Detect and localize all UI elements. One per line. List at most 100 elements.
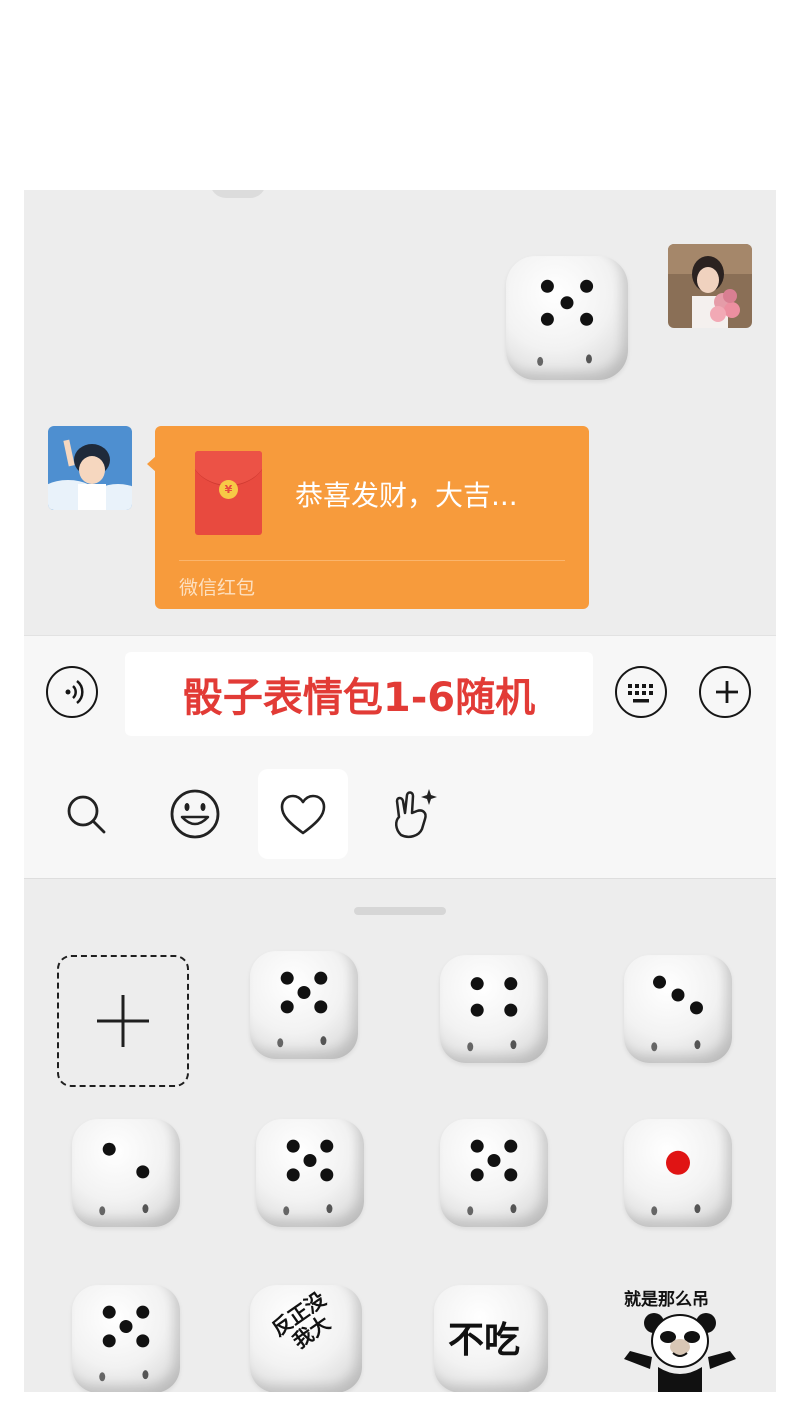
add-sticker-button[interactable] bbox=[57, 955, 189, 1087]
dice-face-pips bbox=[651, 975, 703, 1052]
dice-pip bbox=[102, 1334, 116, 1348]
dice-pip bbox=[504, 977, 518, 991]
panda-face-icon bbox=[624, 1313, 736, 1392]
chat-area: ¥ 恭喜发财，大吉... 微信红包 bbox=[24, 190, 776, 635]
dice-pip bbox=[470, 1003, 484, 1017]
sticker-dice-fanzheng[interactable]: 反正没我大 bbox=[250, 1285, 362, 1392]
dice-pip bbox=[119, 1320, 133, 1334]
sticker-text-fanzheng: 反正没我大 bbox=[267, 1286, 335, 1354]
red-packet-footer: 微信红包 bbox=[179, 577, 256, 599]
self-avatar[interactable] bbox=[668, 244, 752, 328]
dice-sticker[interactable] bbox=[440, 1119, 548, 1227]
dice-side-pip bbox=[142, 1370, 149, 1380]
plus-icon[interactable] bbox=[699, 666, 751, 718]
keyboard-icon[interactable] bbox=[615, 666, 667, 718]
dice-side-pip bbox=[99, 1372, 106, 1382]
partial-dice-sticker[interactable] bbox=[210, 190, 266, 198]
dice-face-pips bbox=[99, 1305, 150, 1382]
red-envelope-icon: ¥ bbox=[195, 451, 262, 535]
bottom-safe-area bbox=[0, 1392, 800, 1422]
tab-emoji[interactable] bbox=[150, 769, 240, 859]
dice-pip bbox=[671, 988, 685, 1002]
tab-favorites[interactable] bbox=[258, 769, 348, 859]
bubble-tail bbox=[147, 456, 156, 472]
phone-screen: ¥ 恭喜发财，大吉... 微信红包 骰子表情包1-6随机 反正没我大 不吃 就是… bbox=[24, 190, 776, 1392]
emoji-icon bbox=[170, 789, 220, 839]
dice-pip bbox=[666, 1150, 690, 1175]
dice-pip bbox=[102, 1142, 116, 1156]
dice-face-pips bbox=[99, 1142, 150, 1216]
dice-side-pip bbox=[277, 1038, 284, 1048]
dice-sticker[interactable] bbox=[624, 955, 732, 1063]
dice-sticker[interactable] bbox=[72, 1119, 180, 1227]
dice-pip bbox=[487, 1154, 501, 1168]
dice-side-pip bbox=[694, 1204, 701, 1214]
dice-face-pips bbox=[467, 1139, 518, 1216]
dice-side-pip bbox=[467, 1042, 474, 1052]
dice-pip bbox=[320, 1168, 334, 1182]
hand-gesture-icon bbox=[395, 789, 437, 838]
dice-side-pip bbox=[585, 354, 592, 364]
dice-sticker[interactable] bbox=[624, 1119, 732, 1227]
message-input[interactable]: 骰子表情包1-6随机 bbox=[125, 652, 593, 736]
dice-side-pip bbox=[467, 1206, 474, 1216]
dice-pip bbox=[286, 1139, 300, 1153]
sticker-panel: 反正没我大 不吃 就是那么吊 bbox=[24, 878, 776, 1392]
dice-sticker[interactable] bbox=[250, 951, 358, 1059]
dice-pip bbox=[297, 986, 311, 1000]
dice-pip bbox=[470, 977, 484, 991]
coin-icon: ¥ bbox=[219, 480, 238, 499]
dice-pip bbox=[540, 279, 554, 293]
dice-pip bbox=[286, 1168, 300, 1182]
dice-pip bbox=[280, 971, 294, 985]
dice-side-pip bbox=[320, 1036, 327, 1046]
dice-pip bbox=[689, 1001, 703, 1015]
red-packet-message[interactable]: ¥ 恭喜发财，大吉... 微信红包 bbox=[147, 426, 589, 609]
plus-icon bbox=[97, 995, 149, 1047]
dice-pip bbox=[504, 1003, 518, 1017]
message-input-text: 骰子表情包1-6随机 bbox=[182, 675, 536, 721]
dice-pip bbox=[504, 1168, 518, 1182]
dice-face-pips bbox=[651, 1150, 701, 1216]
dice-side-pip bbox=[510, 1204, 517, 1214]
panel-drag-handle[interactable] bbox=[354, 907, 446, 915]
dice-pip bbox=[303, 1154, 317, 1168]
dice-pip bbox=[102, 1305, 116, 1319]
sent-dice-sticker[interactable] bbox=[506, 256, 628, 380]
dice-side-pip bbox=[537, 356, 544, 366]
dice-side-pip bbox=[510, 1040, 517, 1050]
heart-icon bbox=[280, 794, 326, 835]
dice-pip bbox=[136, 1165, 150, 1179]
sticker-dice-buchi[interactable]: 不吃 bbox=[434, 1285, 548, 1392]
dice-sticker[interactable] bbox=[256, 1119, 364, 1227]
dice-pip bbox=[470, 1168, 484, 1182]
dice-side-pip bbox=[651, 1206, 658, 1216]
voice-icon[interactable] bbox=[46, 666, 98, 718]
sticker-panda-meme[interactable]: 就是那么吊 bbox=[610, 1289, 750, 1392]
dice-pip bbox=[136, 1334, 150, 1348]
dice-side-pip bbox=[651, 1042, 658, 1052]
tab-search[interactable] bbox=[41, 769, 131, 859]
contact-avatar[interactable] bbox=[48, 426, 132, 510]
dice-pip bbox=[580, 279, 594, 293]
dice-side-pip bbox=[694, 1040, 701, 1050]
dice-side-pip bbox=[99, 1206, 106, 1216]
dice-face-pips bbox=[537, 279, 594, 366]
dice-pip bbox=[560, 296, 574, 310]
dice-side-pip bbox=[142, 1204, 149, 1214]
dice-sticker[interactable] bbox=[72, 1285, 180, 1392]
dice-pip bbox=[136, 1305, 150, 1319]
dice-face-pips bbox=[277, 971, 328, 1048]
dice-side-pip bbox=[326, 1204, 333, 1214]
dice-pip bbox=[314, 1000, 328, 1014]
input-bar: 骰子表情包1-6随机 bbox=[24, 635, 776, 879]
dice-sticker[interactable] bbox=[440, 955, 548, 1063]
search-icon bbox=[67, 795, 106, 834]
dice-pip bbox=[314, 971, 328, 985]
tab-stickers[interactable] bbox=[367, 769, 457, 859]
dice-pip bbox=[320, 1139, 334, 1153]
dice-face-pips bbox=[467, 977, 518, 1052]
dice-pip bbox=[580, 312, 594, 326]
dice-pip bbox=[653, 975, 667, 989]
dice-side-pip bbox=[283, 1206, 290, 1216]
